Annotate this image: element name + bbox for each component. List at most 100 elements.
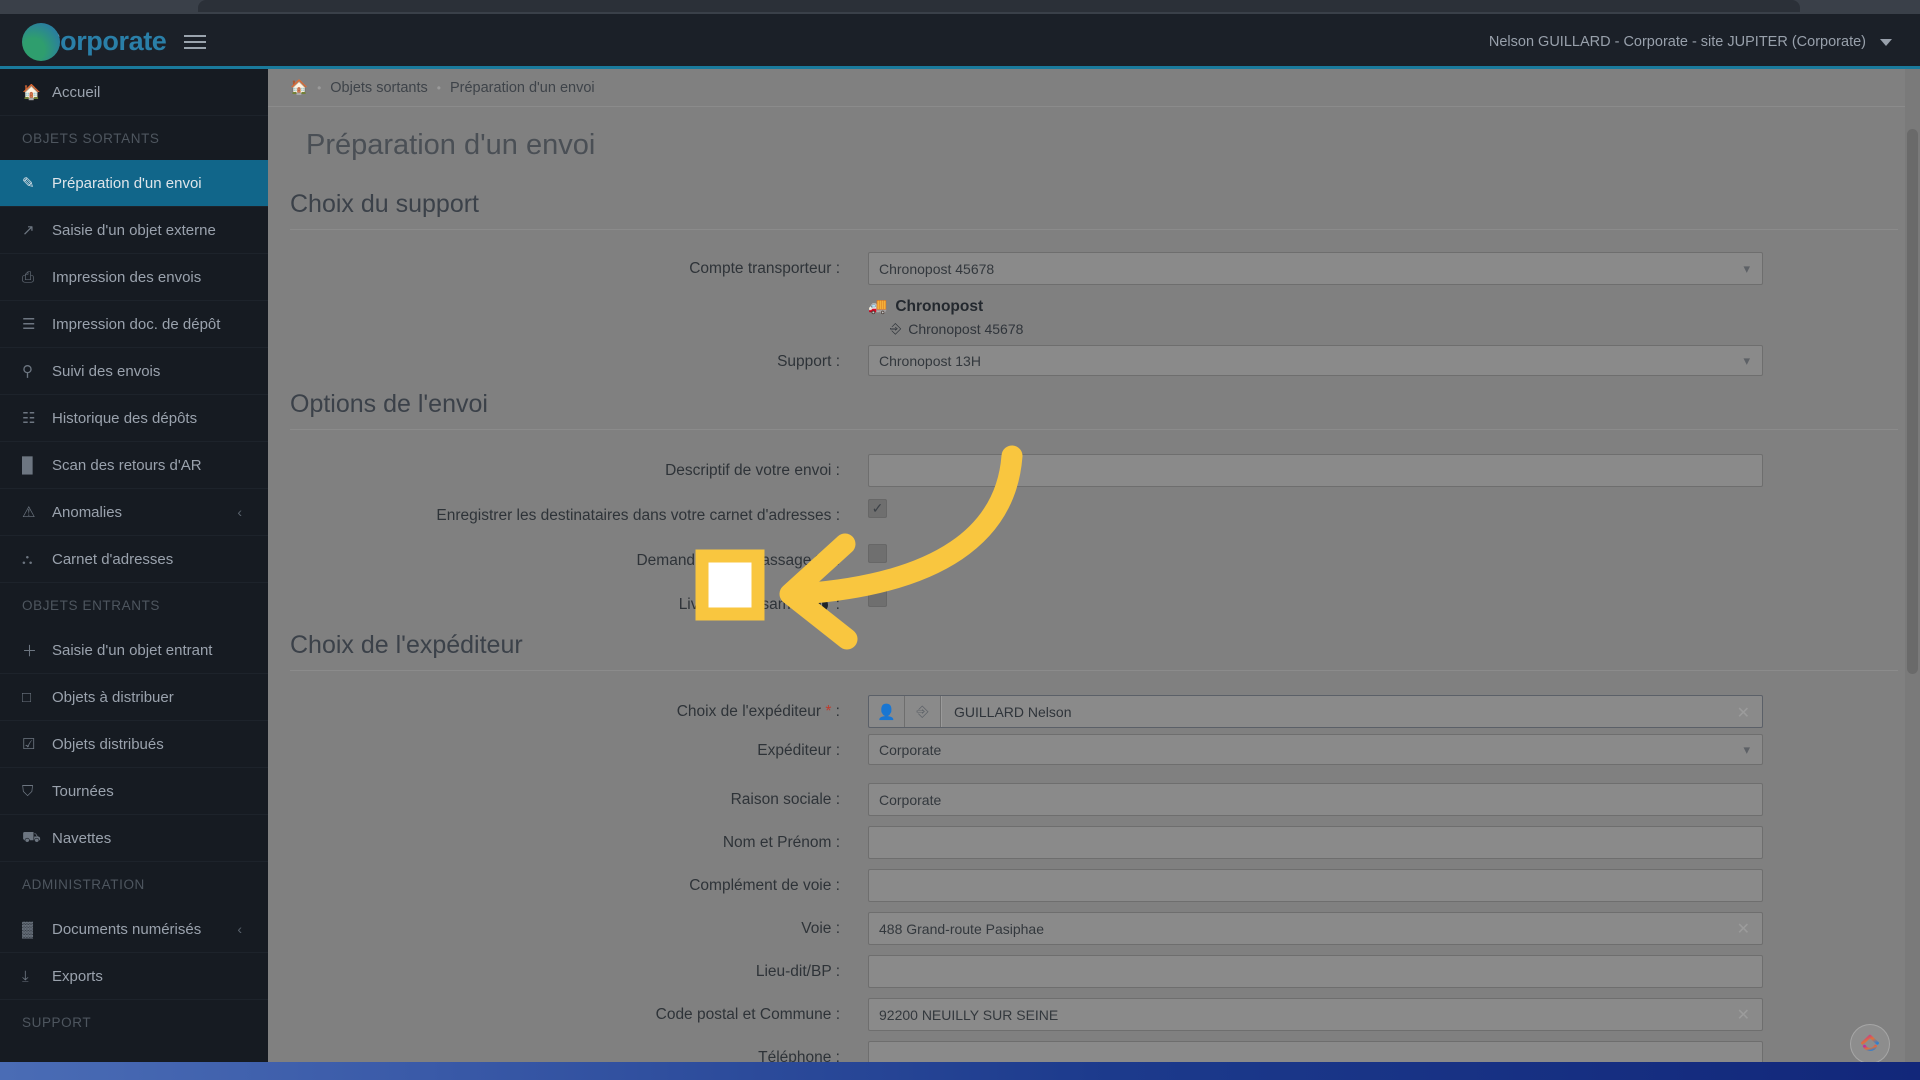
sidebar-item-label: Scan des retours d'AR <box>52 456 202 474</box>
breadcrumb-separator: • <box>317 80 322 95</box>
field-row-descriptif: Descriptif de votre envoi : <box>268 454 1920 487</box>
vertical-scrollbar-track[interactable] <box>1905 69 1920 1080</box>
label-compl-ment-de-voie: Complément de voie : <box>689 877 840 894</box>
input-code-postal-et-commune[interactable]: 92200 NEUILLY SUR SEINE ✕ <box>868 998 1763 1031</box>
sidebar-item-tourn-es[interactable]: ⛉ Tournées <box>0 768 268 815</box>
clear-icon[interactable]: ✕ <box>1737 703 1750 723</box>
sidebar-item-impression-des-envois[interactable]: ⎙ Impression des envois <box>0 254 268 301</box>
user-menu[interactable]: Nelson GUILLARD - Corporate - site JUPIT… <box>1489 34 1920 50</box>
sidebar-item-carnet-d-adresses[interactable]: ⛬ Carnet d'adresses <box>0 536 268 583</box>
sidebar[interactable]: 🏠 Accueil OBJETS SORTANTS ✎ Préparation d'… <box>0 69 268 1080</box>
label-raison-sociale: Raison sociale : <box>730 791 840 808</box>
section-divider <box>290 229 1898 230</box>
carrier-name: Chronopost <box>895 297 984 315</box>
sidebar-item-accueil[interactable]: 🏠 Accueil <box>0 69 268 116</box>
field-row-ramassage: Demander un ramassage i : <box>268 544 1920 571</box>
support-chat-icon <box>1861 1034 1879 1051</box>
top-navbar: Corporate Nelson GUILLARD - Corporate - … <box>0 14 1920 69</box>
warning-icon: ⚠ <box>22 504 36 521</box>
input-value: 92200 NEUILLY SUR SEINE <box>879 1006 1059 1023</box>
sidebar-group-heading: OBJETS ENTRANTS <box>22 597 161 613</box>
save-recipients-checkbox[interactable] <box>868 499 887 518</box>
brand-mark-icon <box>22 22 60 61</box>
sidebar-item-navettes[interactable]: ⛟ Navettes <box>0 815 268 862</box>
plus-icon: ＋ <box>22 642 38 660</box>
support-select[interactable]: Chronopost 13H <box>868 345 1763 376</box>
sidebar-item-pr-paration-d-un-envoi[interactable]: ✎ Préparation d'un envoi <box>0 160 268 207</box>
chevron-down-icon <box>1880 39 1892 46</box>
label-voie: Voie : <box>801 920 840 937</box>
carrier-info: 🚚 Chronopost ⎆ Chronopost 45678 <box>868 285 1763 343</box>
pencil-icon: ✎ <box>22 175 35 192</box>
sidebar-item-label: Historique des dépôts <box>52 409 198 427</box>
sidebar-item-label: Navettes <box>52 829 112 847</box>
sidebar-item-anomalies[interactable]: ⚠ Anomalies ‹ <box>0 489 268 536</box>
label-ramassage: Demander un ramassage i : <box>268 544 868 571</box>
input-raison-sociale[interactable]: Corporate <box>868 783 1763 816</box>
field-row-expediteur: Expéditeur : Corporate <box>268 734 1920 765</box>
sidebar-item-scan-des-retours-d-ar[interactable]: █ Scan des retours d'AR <box>0 442 268 489</box>
carrier-account-row: ⎆ Chronopost 45678 <box>868 320 1763 337</box>
sidebar-item-label: Impression des envois <box>52 268 202 286</box>
brand-logo[interactable]: Corporate <box>0 14 268 69</box>
sidebar-item-exports[interactable]: ⤓ Exports <box>0 953 268 1000</box>
info-icon[interactable]: i <box>814 597 829 612</box>
truck-icon: ⛟ <box>22 828 41 846</box>
input-nom-et-pr-nom[interactable] <box>868 826 1763 859</box>
sidebar-item-label: Impression doc. de dépôt <box>52 315 221 333</box>
sidebar-item-label: Tournées <box>52 782 114 800</box>
section-title-options: Options de l'envoi <box>290 390 488 418</box>
compte-transporteur-select[interactable]: Chronopost 45678 <box>868 252 1763 285</box>
os-taskbar <box>0 1062 1920 1080</box>
browser-tabstrip[interactable] <box>198 0 1800 12</box>
label-enregistrer-destinataires: Enregistrer les destinataires dans votre… <box>436 507 840 524</box>
label-suffix: : <box>831 596 840 613</box>
sidebar-item-saisie-d-un-objet-externe[interactable]: ↗ Saisie d'un objet externe <box>0 207 268 254</box>
clear-icon[interactable]: ✕ <box>1737 1005 1750 1025</box>
expediteur-select[interactable]: Corporate <box>868 734 1763 765</box>
sidebar-item-label: Objets à distribuer <box>52 688 174 706</box>
sidebar-item-objets-distribuer[interactable]: □ Objets à distribuer <box>0 674 268 721</box>
input-voie[interactable]: 488 Grand-route Pasiphae ✕ <box>868 912 1763 945</box>
label-suffix: : <box>831 552 840 569</box>
support-chat-widget[interactable] <box>1850 1024 1890 1064</box>
info-icon[interactable]: i <box>814 553 829 568</box>
breadcrumb-item-preparation[interactable]: Préparation d'un envoi <box>450 80 595 96</box>
breadcrumb-item-objets-sortants[interactable]: Objets sortants <box>330 80 428 96</box>
sidebar-item-label: Saisie d'un objet entrant <box>52 641 213 659</box>
field-row-compl-ment-de-voie: Complément de voie : <box>268 869 1920 902</box>
sidebar-item-suivi-des-envois[interactable]: ⚲ Suivi des envois <box>0 348 268 395</box>
home-icon[interactable]: 🏠 <box>290 79 308 96</box>
hamburger-icon[interactable] <box>184 33 208 51</box>
parcel-icon: ⎆ <box>890 320 902 336</box>
sidebar-item-documents-num-ris-s[interactable]: ▓ Documents numérisés ‹ <box>0 906 268 953</box>
label-choix-expediteur: Choix de l'expéditeur * : <box>268 695 868 722</box>
descriptif-input[interactable] <box>868 454 1763 487</box>
input-lieu-dit-bp[interactable] <box>868 955 1763 988</box>
sidebar-item-objets-distribu-s[interactable]: ☑ Objets distribués <box>0 721 268 768</box>
sidebar-item-label: Anomalies <box>52 503 123 521</box>
sidebar-item-label: Saisie d'un objet externe <box>52 221 216 239</box>
truck-icon: 🚚 <box>868 298 888 315</box>
person-icon[interactable]: 👤 <box>869 696 905 727</box>
pickup-checkbox[interactable] <box>868 544 887 563</box>
document-icon: ☰ <box>22 316 36 333</box>
sidebar-item-impression-doc-de-d-p-t[interactable]: ☰ Impression doc. de dépôt <box>0 301 268 348</box>
choix-expediteur-input-group[interactable]: 👤 ⎆ GUILLARD Nelson ✕ <box>868 695 1763 728</box>
input-compl-ment-de-voie[interactable] <box>868 869 1763 902</box>
sidebar-item-label: Suivi des envois <box>52 362 161 380</box>
barcode-icon: █ <box>22 456 33 474</box>
saturday-delivery-checkbox[interactable] <box>868 588 887 607</box>
parcel-icon[interactable]: ⎆ <box>905 696 941 727</box>
sidebar-item-saisie-d-un-objet-entrant[interactable]: ＋ Saisie d'un objet entrant <box>0 627 268 674</box>
sidebar-item-historique-des-d-p-ts[interactable]: ☷ Historique des dépôts <box>0 395 268 442</box>
clear-icon[interactable]: ✕ <box>1737 919 1750 939</box>
user-menu-label: Nelson GUILLARD - Corporate - site JUPIT… <box>1488 33 1866 50</box>
vertical-scrollbar-thumb[interactable] <box>1907 129 1918 674</box>
field-row-compte-transporteur: Compte transporteur : Chronopost 45678 🚚… <box>268 252 1920 343</box>
calendar-icon: ☷ <box>22 410 36 427</box>
check-square-icon: ☑ <box>22 736 36 753</box>
contacts-icon: ⛬ <box>22 550 33 568</box>
label-descriptif: Descriptif de votre envoi : <box>665 462 840 479</box>
input-value: 488 Grand-route Pasiphae <box>879 920 1044 937</box>
